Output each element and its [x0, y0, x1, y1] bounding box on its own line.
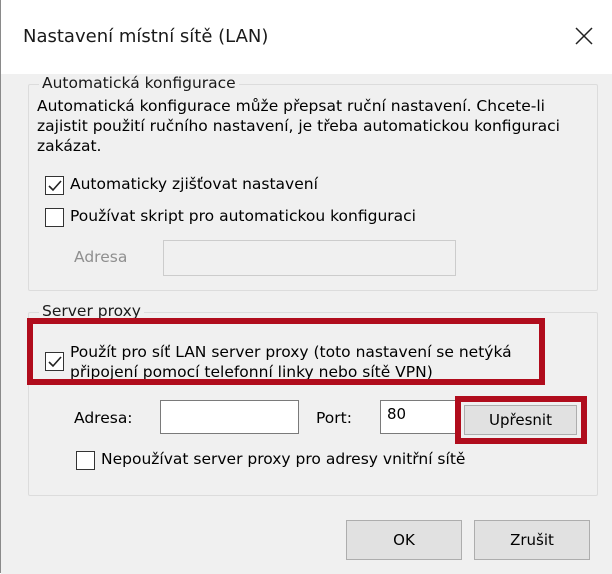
proxy-port-input[interactable]: 80: [380, 400, 459, 434]
check-icon: [48, 180, 62, 192]
use-proxy-label-line1[interactable]: Použít pro síť LAN server proxy (toto na…: [70, 343, 512, 361]
dialog-body: Automatická konfigurace Automatická konf…: [1, 74, 612, 574]
proxy-address-input[interactable]: [160, 400, 299, 434]
use-proxy-checkbox[interactable]: [45, 352, 64, 371]
use-proxy-label-line2[interactable]: připojení pomocí telefonní linky nebo sí…: [70, 363, 433, 381]
proxy-address-label: Adresa:: [74, 409, 133, 427]
ok-button[interactable]: OK: [346, 520, 462, 560]
bypass-local-checkbox[interactable]: [76, 451, 95, 470]
proxy-group: Server proxy: [28, 302, 598, 496]
dialog-title: Nastavení místní sítě (LAN): [23, 26, 269, 47]
auto-config-description: Automatická konfigurace může přepsat ruč…: [37, 97, 560, 155]
close-icon[interactable]: [569, 21, 599, 51]
advanced-button[interactable]: Upřesnit: [464, 405, 577, 435]
proxy-legend: Server proxy: [39, 302, 144, 320]
title-bar: Nastavení místní sítě (LAN): [1, 0, 612, 74]
auto-config-legend: Automatická konfigurace: [39, 74, 239, 92]
auto-detect-label[interactable]: Automaticky zjišťovat nastavení: [70, 175, 318, 193]
check-icon: [48, 356, 62, 368]
bypass-local-label[interactable]: Nepoužívat server proxy pro adresy vnitř…: [101, 450, 465, 468]
script-address-label: Adresa: [74, 248, 128, 266]
use-script-checkbox[interactable]: [45, 208, 64, 227]
use-script-label[interactable]: Používat skript pro automatickou konfigu…: [70, 207, 416, 225]
script-address-input: [163, 240, 456, 276]
cancel-button[interactable]: Zrušit: [474, 520, 590, 560]
lan-settings-dialog: Nastavení místní sítě (LAN) Automatická …: [0, 0, 612, 574]
auto-detect-checkbox[interactable]: [45, 176, 64, 195]
proxy-port-label: Port:: [316, 409, 352, 427]
